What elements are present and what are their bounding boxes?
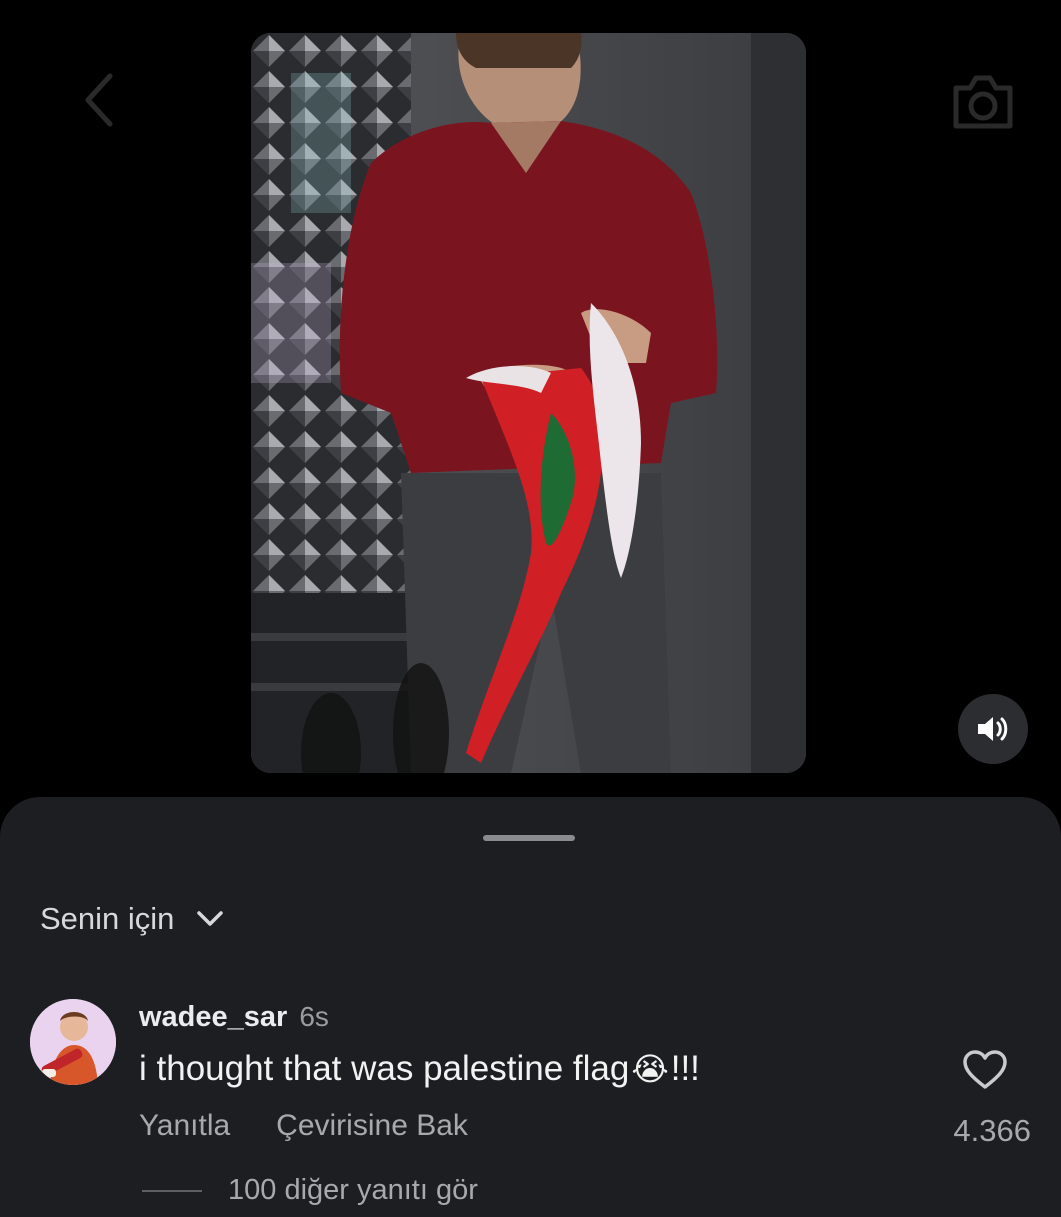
comments-sheet: Senin için wadee_sar 6s i thought that w… bbox=[0, 797, 1061, 1217]
chevron-down-icon bbox=[197, 911, 224, 926]
sound-toggle-button[interactable] bbox=[958, 694, 1028, 764]
camera-icon[interactable] bbox=[950, 72, 1016, 132]
comment-item: wadee_sar 6s i thought that was palestin… bbox=[0, 997, 1061, 1157]
speaker-icon bbox=[978, 717, 1008, 741]
avatar[interactable] bbox=[30, 999, 116, 1085]
reply-button[interactable]: Yanıtla bbox=[139, 1109, 230, 1143]
heart-icon[interactable] bbox=[962, 1049, 1008, 1091]
see-translation-button[interactable]: Çevirisine Bak bbox=[276, 1109, 468, 1143]
comment-body: i thought that was palestine flag bbox=[139, 1049, 630, 1088]
divider-line bbox=[142, 1189, 202, 1192]
view-more-replies-label: 100 diğer yanıtı gör bbox=[228, 1174, 478, 1206]
video-frame-image bbox=[251, 33, 806, 773]
sort-selector[interactable]: Senin için bbox=[40, 899, 224, 939]
comment-suffix: !!! bbox=[670, 1049, 700, 1088]
crying-face-emoji: 😭 bbox=[631, 1050, 669, 1088]
comment-text: i thought that was palestine flag 😭!!! bbox=[139, 1049, 700, 1089]
drag-handle[interactable] bbox=[483, 835, 575, 841]
comment-timestamp: 6s bbox=[299, 1001, 329, 1032]
view-more-replies[interactable]: 100 diğer yanıtı gör bbox=[142, 1174, 478, 1207]
chevron-left-icon[interactable] bbox=[80, 70, 120, 130]
sort-label: Senin için bbox=[40, 901, 175, 936]
video-player[interactable] bbox=[251, 33, 806, 773]
like-count: 4.366 bbox=[953, 1113, 1031, 1148]
comment-username[interactable]: wadee_sar bbox=[139, 1001, 287, 1034]
